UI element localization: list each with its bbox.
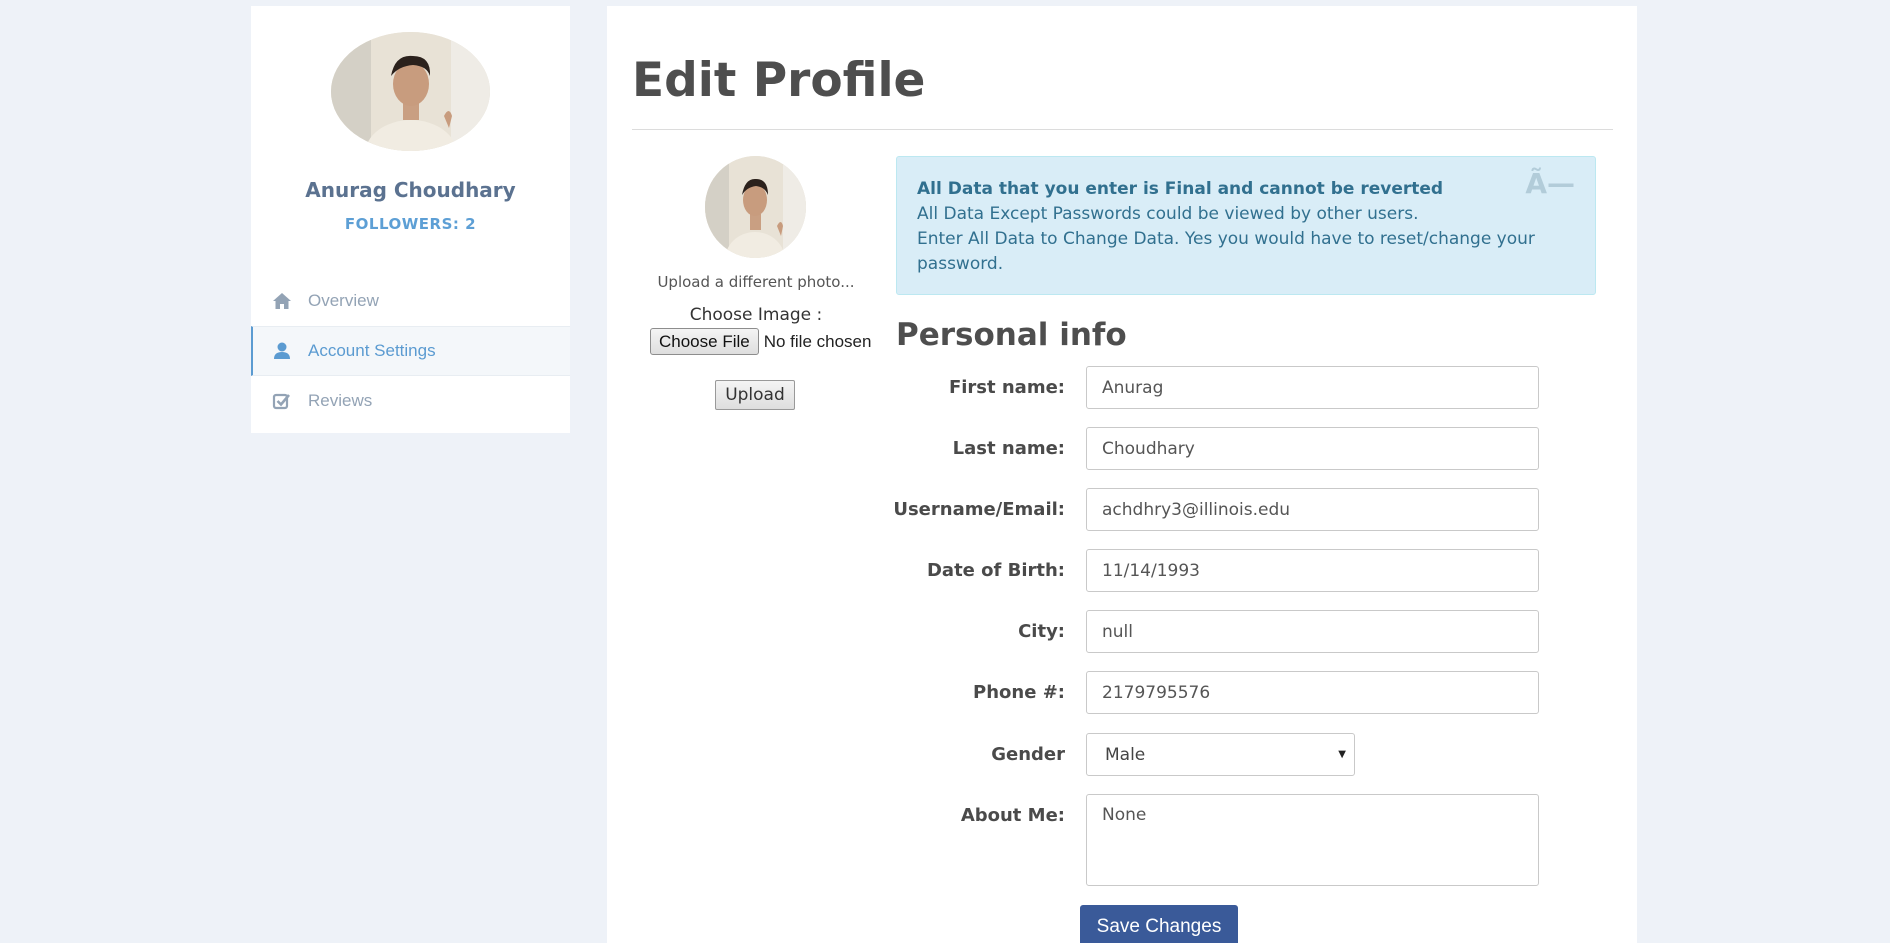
file-input: Choose File No file chosen	[650, 328, 871, 355]
sidebar-item-reviews[interactable]: Reviews	[251, 376, 570, 426]
sidebar-item-account-settings[interactable]: Account Settings	[251, 326, 570, 376]
about-label: About Me:	[960, 805, 1065, 826]
home-icon	[272, 291, 292, 311]
sidebar-item-label: Account Settings	[308, 341, 436, 360]
title-divider	[632, 129, 1613, 130]
info-alert: Ã— All Data that you enter is Final and …	[896, 156, 1596, 295]
current-photo	[705, 156, 806, 258]
email-field[interactable]	[1086, 488, 1539, 531]
close-icon[interactable]: Ã—	[1525, 170, 1575, 198]
dob-field[interactable]	[1086, 549, 1539, 592]
phone-label: Phone #:	[973, 682, 1065, 703]
profile-avatar	[331, 32, 490, 151]
choose-image-label: Choose Image :	[689, 305, 823, 325]
form-row-first-name: First name:	[887, 366, 1617, 409]
form-row-dob: Date of Birth:	[887, 549, 1617, 592]
save-changes-button[interactable]: Save Changes	[1080, 905, 1238, 943]
form-row-email: Username/Email:	[887, 488, 1617, 531]
edit-profile-panel: Edit Profile Upload a different photo...…	[607, 6, 1637, 943]
last-name-label: Last name:	[952, 438, 1065, 459]
phone-field[interactable]	[1086, 671, 1539, 714]
last-name-field[interactable]	[1086, 427, 1539, 470]
form-row-gender: Gender Male ▼	[887, 733, 1617, 776]
sidebar-item-overview[interactable]: Overview	[251, 276, 570, 326]
choose-file-button[interactable]: Choose File	[650, 328, 759, 355]
form-row-about: About Me: None	[887, 794, 1617, 886]
profile-name: Anurag Choudhary	[305, 178, 516, 202]
user-icon	[272, 341, 292, 361]
upload-button[interactable]: Upload	[715, 380, 795, 410]
about-field[interactable]: None	[1086, 794, 1539, 886]
city-field[interactable]	[1086, 610, 1539, 653]
upload-note: Upload a different photo...	[657, 273, 855, 291]
alert-line: Enter All Data to Change Data. Yes you w…	[917, 229, 1535, 274]
check-icon	[272, 391, 292, 411]
first-name-field[interactable]	[1086, 366, 1539, 409]
section-title: Personal info	[896, 317, 1127, 353]
file-status-text: No file chosen	[763, 331, 872, 351]
gender-select[interactable]: Male ▼	[1086, 733, 1355, 776]
email-label: Username/Email:	[893, 499, 1065, 520]
alert-line: All Data Except Passwords could be viewe…	[917, 204, 1419, 224]
form-row-last-name: Last name:	[887, 427, 1617, 470]
sidebar-item-label: Overview	[308, 291, 379, 310]
alert-title: All Data that you enter is Final and can…	[917, 179, 1444, 199]
gender-label: Gender	[991, 744, 1065, 765]
first-name-label: First name:	[948, 377, 1065, 398]
profile-sidebar: Anurag Choudhary FOLLOWERS: 2 Overview A…	[251, 6, 570, 433]
gender-selected-value: Male	[1105, 744, 1146, 765]
form-row-phone: Phone #:	[887, 671, 1617, 714]
city-label: City:	[1018, 621, 1065, 642]
sidebar-item-label: Reviews	[308, 391, 373, 410]
followers-count: FOLLOWERS: 2	[344, 215, 477, 233]
page-title: Edit Profile	[632, 53, 926, 108]
sidebar-nav: Overview Account Settings Reviews	[251, 276, 570, 426]
dob-label: Date of Birth:	[926, 560, 1065, 581]
chevron-down-icon: ▼	[1338, 749, 1346, 760]
form-row-city: City:	[887, 610, 1617, 653]
